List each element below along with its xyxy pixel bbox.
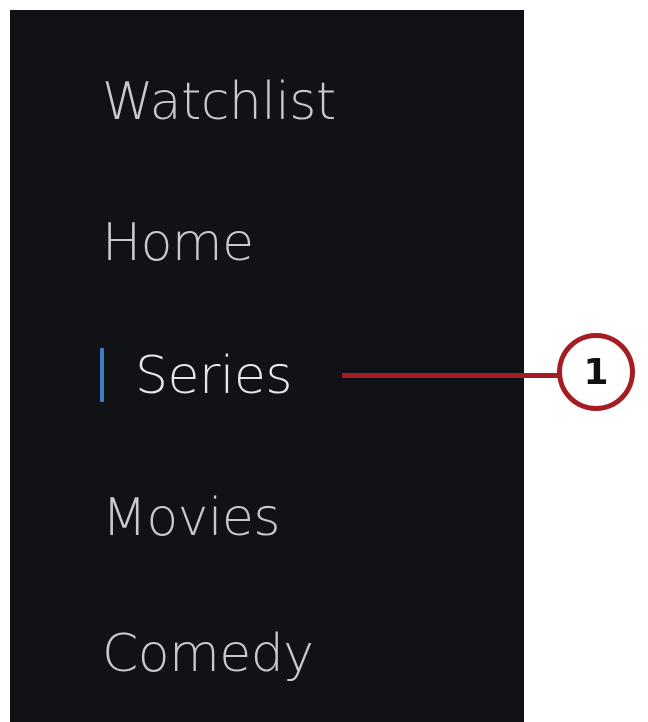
menu-item-comedy[interactable]: Comedy (102, 624, 314, 684)
menu-item-movies[interactable]: Movies (102, 488, 280, 548)
menu-item-series[interactable]: Series (135, 346, 292, 406)
active-indicator (100, 348, 104, 402)
menu-item-watchlist[interactable]: Watchlist (102, 72, 336, 132)
callout-number: 1 (583, 351, 609, 393)
menu-item-home[interactable]: Home (102, 213, 254, 273)
callout-line (342, 373, 560, 378)
navigation-menu: Watchlist Home Series Movies Comedy (10, 10, 524, 722)
callout-marker: 1 (557, 333, 635, 411)
